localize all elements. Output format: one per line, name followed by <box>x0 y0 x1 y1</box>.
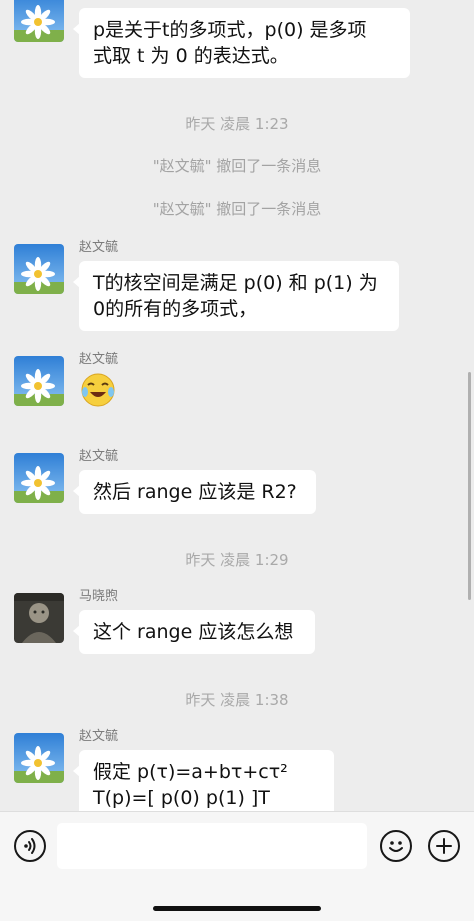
scrollbar[interactable] <box>468 372 471 600</box>
plus-icon <box>436 838 452 854</box>
input-bar <box>0 811 474 921</box>
timestamp: 昨天 凌晨 1:38 <box>185 691 289 709</box>
message-line: T(p)=[ p(0) p(1) ]T <box>93 787 270 809</box>
emoji-icon <box>389 841 403 852</box>
message-line: 0的所有的多项式， <box>93 298 258 320</box>
message-bubble-range[interactable]: 然后 range 应该是 R2? <box>73 470 316 514</box>
add-button[interactable] <box>428 830 460 862</box>
laughing-sticker-icon[interactable] <box>79 370 117 408</box>
sender-name: 赵文毓 <box>79 729 119 744</box>
voice-icon <box>24 838 36 854</box>
message-input[interactable] <box>57 823 367 869</box>
recall-notice: "赵文毓" 撤回了一条消息 <box>152 157 322 175</box>
timestamp: 昨天 凌晨 1:23 <box>185 115 289 133</box>
message-line: p是关于t的多项式，p(0) 是多项 <box>93 19 367 41</box>
recall-notice: "赵文毓" 撤回了一条消息 <box>152 200 322 218</box>
chat-area[interactable]: p是关于t的多项式，p(0) 是多项 式取 t 为 0 的表达式。 昨天 凌晨 … <box>0 0 474 811</box>
sender-name: 马晓煦 <box>79 589 119 604</box>
message-bubble-assume[interactable]: 假定 p(τ)=a+bτ+cτ² T(p)=[ p(0) p(1) ]T <box>73 750 334 811</box>
avatar-zhao[interactable] <box>14 733 64 783</box>
avatar-zhao[interactable] <box>14 0 64 42</box>
avatar-zhao[interactable] <box>14 453 64 503</box>
message-line: T的核空间是满足 p(0) 和 p(1) 为 <box>93 272 378 294</box>
sender-name: 赵文毓 <box>79 352 119 367</box>
home-indicator <box>153 906 321 911</box>
message-bubble-kernel[interactable]: T的核空间是满足 p(0) 和 p(1) 为 0的所有的多项式， <box>73 261 399 331</box>
message-line: 这个 range 应该怎么想 <box>93 621 294 643</box>
message-bubble-definition[interactable]: p是关于t的多项式，p(0) 是多项 式取 t 为 0 的表达式。 <box>73 8 410 78</box>
message-line: 式取 t 为 0 的表达式。 <box>93 45 289 67</box>
avatar-zhao[interactable] <box>14 356 64 406</box>
avatar-ma[interactable] <box>14 593 64 643</box>
message-line: 假定 p(τ)=a+bτ+cτ² <box>93 761 288 783</box>
avatar-zhao[interactable] <box>14 244 64 294</box>
sender-name: 赵文毓 <box>79 240 119 255</box>
message-line: 然后 range 应该是 R2? <box>93 481 297 503</box>
timestamp: 昨天 凌晨 1:29 <box>185 551 289 569</box>
sender-name: 赵文毓 <box>79 449 119 464</box>
emoji-button[interactable] <box>380 830 412 862</box>
message-bubble-think[interactable]: 这个 range 应该怎么想 <box>73 610 315 654</box>
voice-button[interactable] <box>14 830 46 862</box>
